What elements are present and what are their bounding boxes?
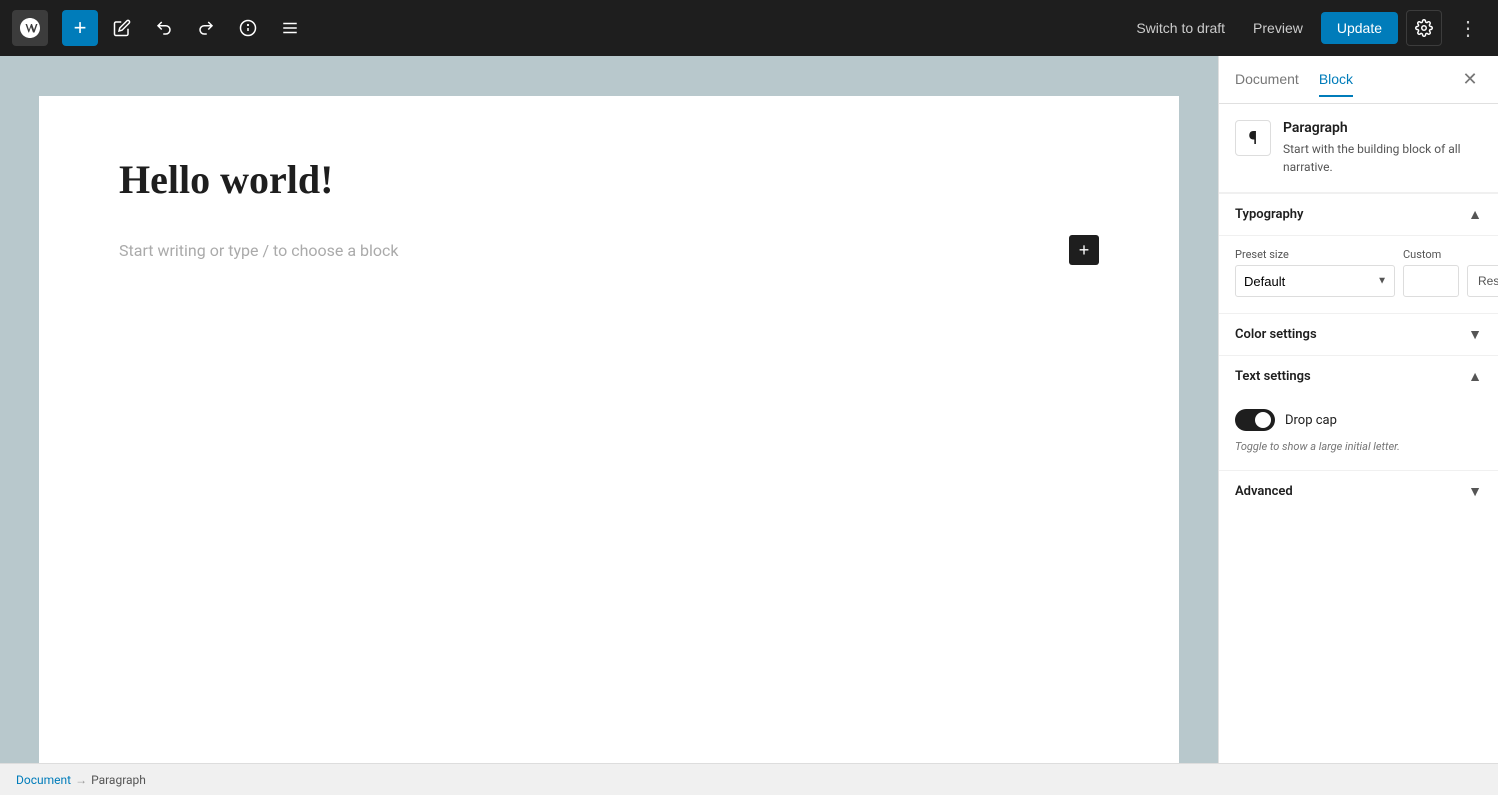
editor-canvas: Hello world! Start writing or type / to …: [39, 96, 1179, 763]
drop-cap-hint: Toggle to show a large initial letter.: [1235, 439, 1482, 454]
block-description-text: Start with the building block of all nar…: [1283, 140, 1482, 176]
drop-cap-toggle[interactable]: [1235, 409, 1275, 431]
text-settings-section-header[interactable]: Text settings ▲: [1219, 355, 1498, 397]
switch-to-draft-button[interactable]: Switch to draft: [1126, 14, 1235, 42]
topbar-right: Switch to draft Preview Update ⋮: [1126, 10, 1486, 46]
custom-size-input[interactable]: [1403, 265, 1459, 297]
text-settings-label: Text settings: [1235, 369, 1311, 384]
post-title[interactable]: Hello world!: [119, 156, 1099, 203]
reset-button[interactable]: Reset: [1467, 265, 1498, 297]
color-settings-chevron-icon: ▼: [1468, 326, 1482, 343]
info-button[interactable]: [230, 10, 266, 46]
main-area: Hello world! Start writing or type / to …: [0, 56, 1498, 763]
sidebar-close-button[interactable]: ✕: [1458, 68, 1482, 92]
drop-cap-row: Drop cap: [1235, 409, 1482, 431]
block-desc-text: Paragraph Start with the building block …: [1283, 120, 1482, 176]
bottombar: Document → Paragraph: [0, 763, 1498, 795]
drop-cap-label: Drop cap: [1285, 413, 1337, 428]
font-size-row: Preset size Default Small Normal Medium …: [1235, 248, 1482, 297]
text-settings-chevron-icon: ▲: [1468, 368, 1482, 385]
breadcrumb-paragraph: Paragraph: [91, 773, 146, 787]
update-button[interactable]: Update: [1321, 12, 1398, 44]
sidebar: Document Block ✕ ¶ Paragraph Start with …: [1218, 56, 1498, 763]
preset-size-label: Preset size: [1235, 248, 1395, 261]
preview-button[interactable]: Preview: [1243, 14, 1313, 42]
list-view-button[interactable]: [272, 10, 308, 46]
breadcrumb-document[interactable]: Document: [16, 773, 71, 787]
advanced-chevron-icon: ▼: [1468, 483, 1482, 500]
custom-size-group: Custom: [1403, 248, 1459, 297]
paragraph-block-icon: ¶: [1235, 120, 1271, 156]
undo-button[interactable]: [146, 10, 182, 46]
inline-add-block-button[interactable]: +: [1069, 235, 1099, 265]
edit-button[interactable]: [104, 10, 140, 46]
advanced-section-header[interactable]: Advanced ▼: [1219, 470, 1498, 512]
preset-size-group: Preset size Default Small Normal Medium …: [1235, 248, 1395, 297]
preset-size-select[interactable]: Default Small Normal Medium Large Extra …: [1235, 265, 1395, 297]
typography-section-header[interactable]: Typography ▲: [1219, 193, 1498, 235]
more-options-button[interactable]: ⋮: [1450, 10, 1486, 46]
custom-label: Custom: [1403, 248, 1459, 261]
add-block-button[interactable]: +: [62, 10, 98, 46]
preset-select-wrapper: Default Small Normal Medium Large Extra …: [1235, 265, 1395, 297]
typography-label: Typography: [1235, 207, 1304, 222]
tab-document[interactable]: Document: [1235, 63, 1299, 97]
advanced-label: Advanced: [1235, 484, 1293, 499]
wp-logo: [12, 10, 48, 46]
breadcrumb-separator: →: [75, 773, 87, 787]
sidebar-tab-bar: Document Block ✕: [1219, 56, 1498, 104]
redo-button[interactable]: [188, 10, 224, 46]
typography-chevron-icon: ▲: [1468, 206, 1482, 223]
toggle-knob: [1255, 412, 1271, 428]
typography-section-content: Preset size Default Small Normal Medium …: [1219, 235, 1498, 313]
block-description-area: ¶ Paragraph Start with the building bloc…: [1219, 104, 1498, 193]
editor-placeholder-text: Start writing or type / to choose a bloc…: [119, 241, 1057, 260]
tab-block[interactable]: Block: [1319, 63, 1353, 97]
text-settings-content: Drop cap Toggle to show a large initial …: [1219, 397, 1498, 470]
color-settings-section-header[interactable]: Color settings ▼: [1219, 313, 1498, 355]
empty-paragraph-block[interactable]: Start writing or type / to choose a bloc…: [119, 235, 1099, 265]
editor-area[interactable]: Hello world! Start writing or type / to …: [0, 56, 1218, 763]
settings-button[interactable]: [1406, 10, 1442, 46]
block-name: Paragraph: [1283, 120, 1482, 136]
topbar: + Switch to draft Preview Update ⋮: [0, 0, 1498, 56]
color-settings-label: Color settings: [1235, 327, 1317, 342]
